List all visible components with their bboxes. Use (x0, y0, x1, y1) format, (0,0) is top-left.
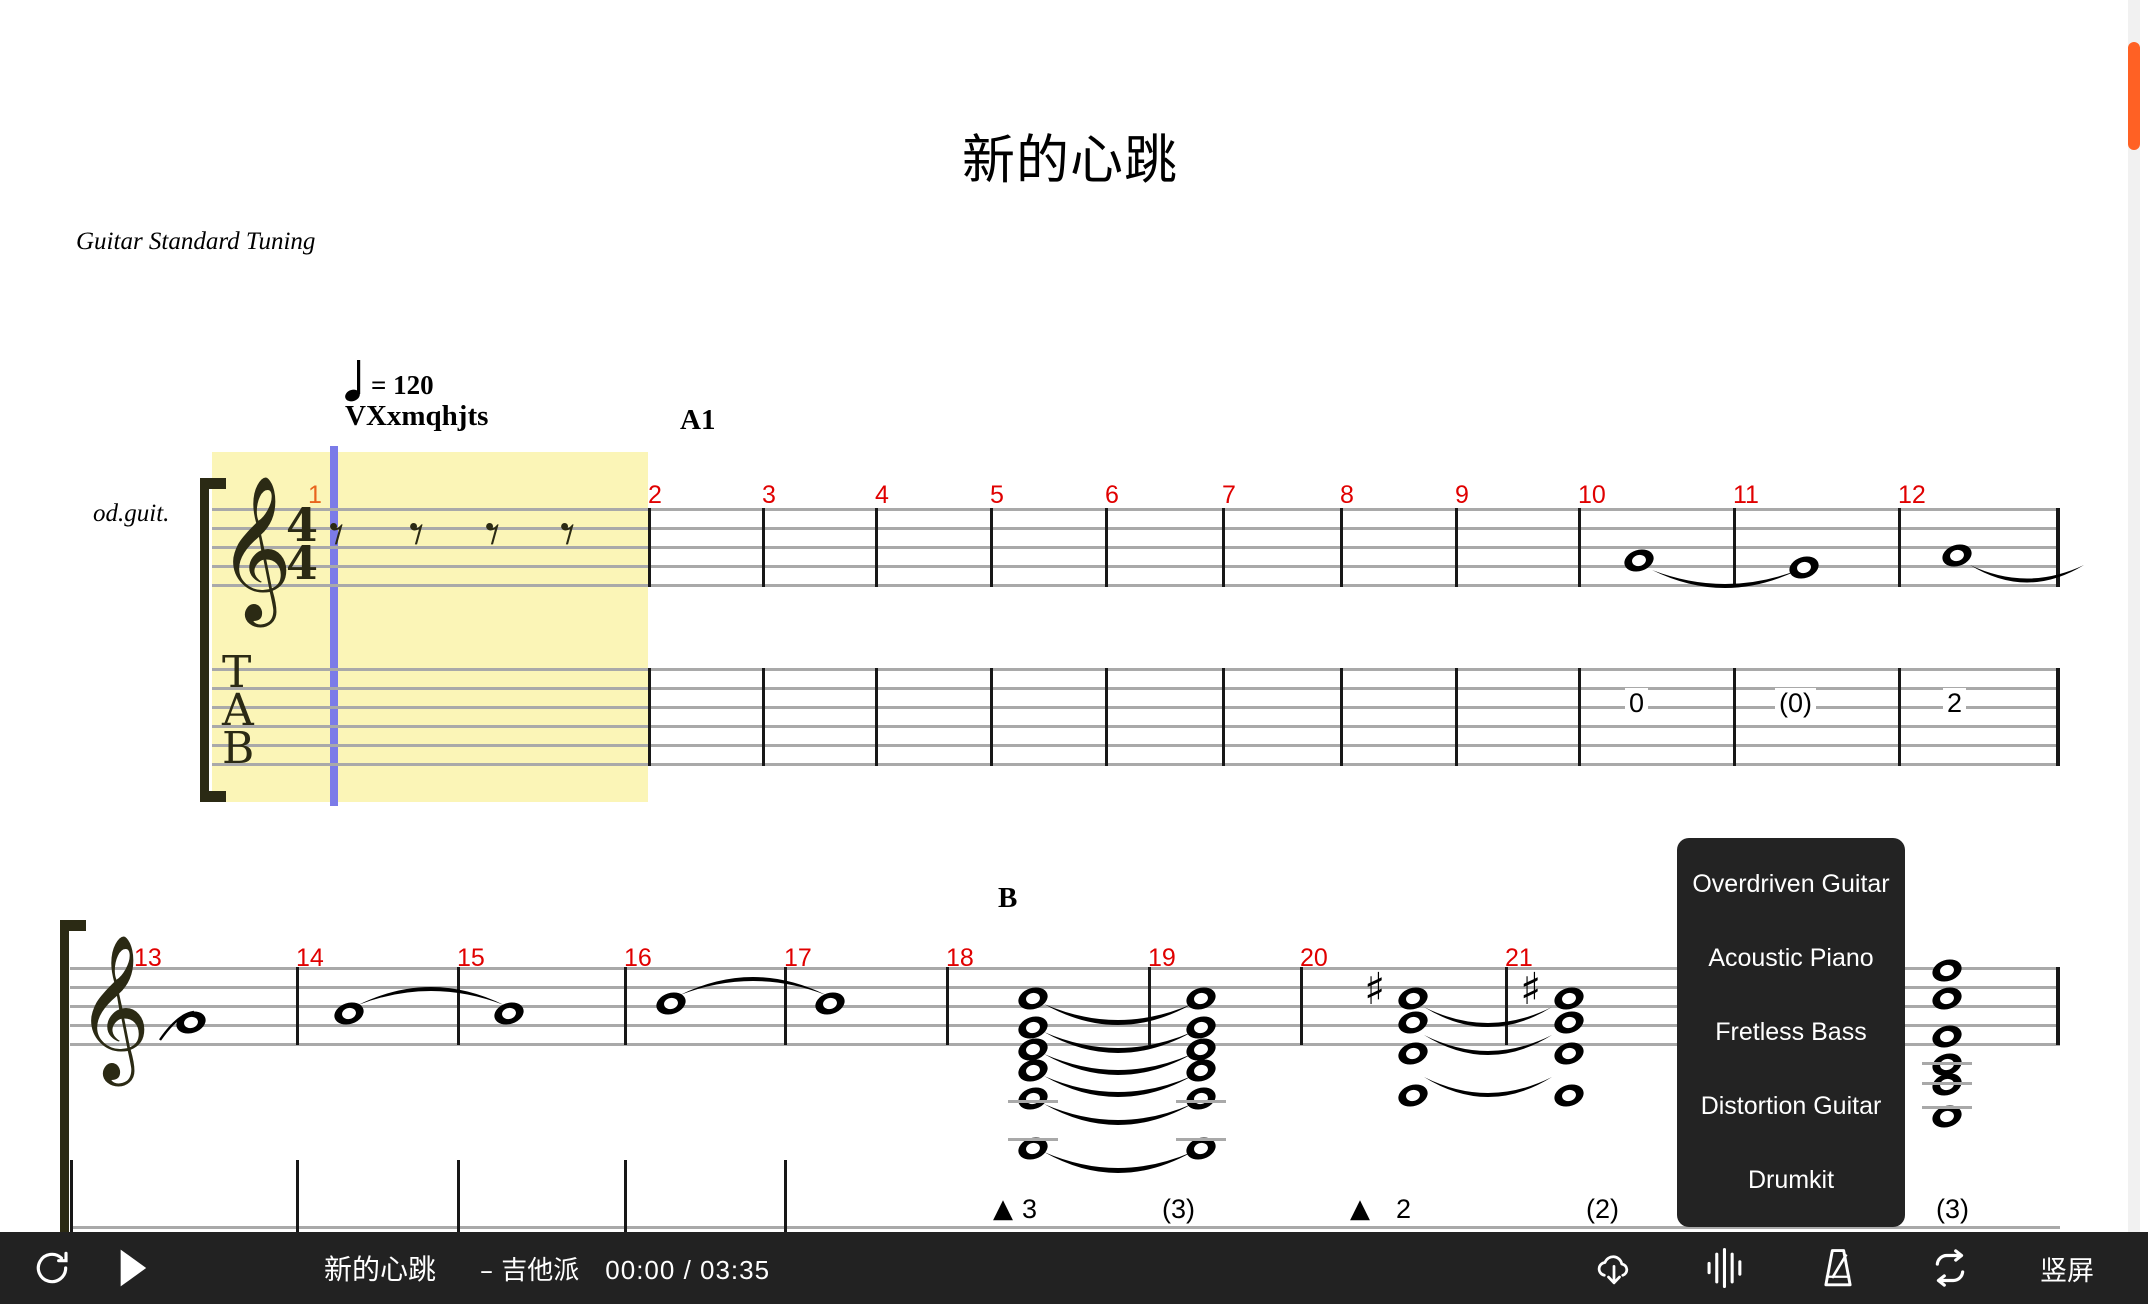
measure-number: 6 (1105, 481, 1119, 509)
tab-number[interactable]: 0 (1625, 688, 1649, 719)
instrument-dropdown-menu[interactable]: Overdriven Guitar Acoustic Piano Fretles… (1677, 838, 1905, 1227)
instrument-label: od.guit. (93, 500, 170, 527)
menu-item-fretless-bass[interactable]: Fretless Bass (1677, 1010, 1905, 1055)
now-playing: 新的心跳 – 吉他派 00:00 / 03:35 (324, 1248, 770, 1288)
measure-number: 8 (1340, 481, 1354, 509)
player-time: 00:00 / 03:35 (605, 1255, 771, 1285)
tab-number[interactable]: (2) (1582, 1194, 1623, 1225)
section-marker-text: VXxmqhjts (345, 400, 489, 432)
ledger-line (1922, 1082, 1972, 1085)
scrollbar-thumb[interactable] (2128, 42, 2140, 150)
page-title: 新的心跳 (962, 130, 1178, 191)
tab-number[interactable]: (3) (1158, 1194, 1199, 1225)
quarter-rest[interactable]: 𝄾 (409, 505, 424, 563)
tab-number[interactable]: 3 (1018, 1194, 1042, 1225)
tuning-label: Guitar Standard Tuning (76, 228, 316, 255)
chord-tie-group (1424, 1007, 1552, 1097)
quarter-rest[interactable]: 𝄾 (560, 505, 575, 563)
quarter-rest[interactable]: 𝄾 (329, 505, 344, 563)
system-brace (200, 478, 209, 802)
measure-number: 15 (457, 944, 485, 972)
loop-icon[interactable] (1928, 1246, 1972, 1290)
chord-tie-group (1044, 1004, 1192, 1173)
tab-number[interactable]: (0) (1775, 688, 1816, 719)
measure-number: 18 (946, 944, 974, 972)
restart-icon[interactable] (30, 1246, 74, 1290)
measure-number: 2 (648, 481, 662, 509)
measure-number: 7 (1222, 481, 1236, 509)
measure-number: 20 (1300, 944, 1328, 972)
ledger-line (1922, 1062, 1972, 1065)
tab-number[interactable]: 2 (1392, 1194, 1416, 1225)
quarter-note-icon (345, 360, 361, 402)
measure-number: 12 (1898, 481, 1926, 509)
measure-number: 5 (990, 481, 1004, 509)
quarter-rest[interactable]: 𝄾 (485, 505, 500, 563)
tab-number[interactable]: (3) (1932, 1194, 1973, 1225)
player-song-title: 新的心跳 (324, 1253, 437, 1286)
scrollbar-track[interactable] (2128, 0, 2140, 1232)
measure-number: 11 (1733, 481, 1759, 509)
tie-slur (680, 977, 826, 995)
tie-slur (1970, 565, 2084, 583)
measure-number: 16 (624, 944, 652, 972)
system-brace-2-tip (60, 920, 86, 931)
tie-slur (358, 987, 504, 1005)
tab-label: T A B (222, 647, 255, 774)
player-artist: – 吉他派 (480, 1256, 580, 1286)
sharp-accidental[interactable]: ♯ (1364, 968, 1385, 1012)
play-icon[interactable] (110, 1246, 154, 1290)
chord-notehead[interactable] (1929, 955, 1965, 986)
measure-number: 1 (308, 481, 322, 509)
player-bar: 新的心跳 – 吉他派 00:00 / 03:35 竖屏 (0, 1232, 2148, 1304)
tie-slur (159, 1010, 195, 1041)
menu-item-acoustic-piano[interactable]: Acoustic Piano (1677, 936, 1905, 981)
upstroke-arrow-icon: ▲ (993, 1194, 1013, 1224)
system-brace-2 (60, 920, 69, 1232)
upstroke-arrow-icon: ▲ (1350, 1194, 1370, 1224)
measure-number: 10 (1578, 481, 1606, 509)
mixer-icon[interactable] (1704, 1246, 1748, 1290)
cloud-download-icon[interactable] (1592, 1246, 1636, 1290)
tie-slur (1652, 570, 1798, 588)
measure-number: 3 (762, 481, 776, 509)
measure-number: 9 (1455, 481, 1469, 509)
system-brace-tip-bottom (200, 791, 226, 802)
ledger-line (1922, 1106, 1972, 1109)
measure-number: 19 (1148, 944, 1176, 972)
measure-number: 13 (134, 944, 162, 972)
section-label-b: B (998, 882, 1018, 914)
measure-number: 4 (875, 481, 889, 509)
measure-number: 14 (296, 944, 324, 972)
section-label-a1: A1 (680, 404, 716, 436)
tab-number[interactable]: 2 (1943, 688, 1967, 719)
menu-item-overdriven-guitar[interactable]: Overdriven Guitar (1677, 862, 1905, 907)
tempo-value: = 120 (371, 370, 434, 400)
menu-item-distortion-guitar[interactable]: Distortion Guitar (1677, 1084, 1905, 1129)
time-signature: 4 4 (285, 498, 318, 590)
metronome-icon[interactable] (1816, 1246, 1860, 1290)
screen-mode-button[interactable]: 竖屏 (2040, 1249, 2094, 1288)
menu-item-drumkit[interactable]: Drumkit (1677, 1158, 1905, 1203)
